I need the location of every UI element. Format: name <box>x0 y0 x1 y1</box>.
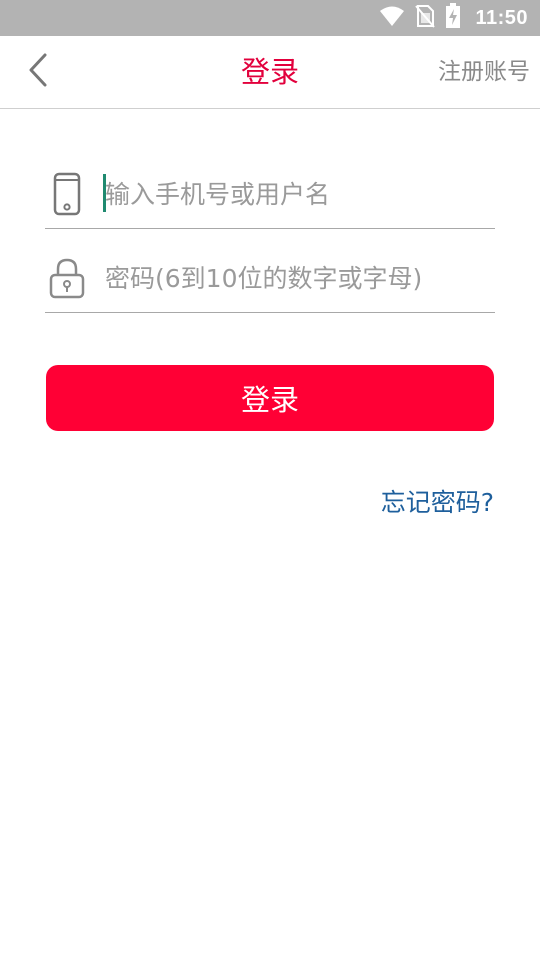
battery-charging-icon <box>445 3 461 33</box>
wifi-icon <box>379 5 405 31</box>
password-field-row <box>45 240 495 313</box>
password-input[interactable] <box>103 254 485 302</box>
register-account-link[interactable]: 注册账号 <box>438 36 530 108</box>
status-time: 11:50 <box>475 6 528 29</box>
lock-icon <box>47 254 87 302</box>
status-bar: 11:50 <box>0 0 540 36</box>
username-field-row <box>45 156 495 229</box>
app-header: 登录 注册账号 <box>0 36 540 109</box>
username-input[interactable] <box>103 170 485 218</box>
phone-icon <box>47 170 87 218</box>
no-sim-icon <box>415 4 436 32</box>
status-icons: 11:50 <box>379 0 528 36</box>
login-button[interactable]: 登录 <box>46 365 494 431</box>
forgot-password-link[interactable]: 忘记密码? <box>381 478 494 528</box>
